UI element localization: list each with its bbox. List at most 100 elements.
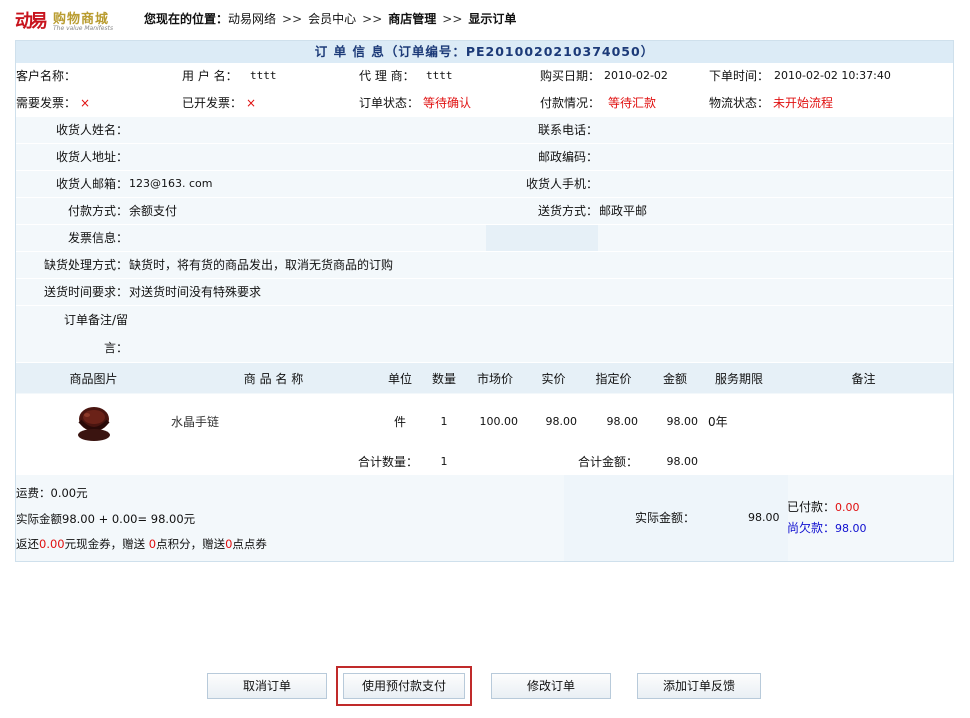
receiver-row: 收货人邮箱： 123@163. com 收货人手机： [16, 171, 953, 198]
total-amount-label: 合计金额： [464, 448, 646, 474]
col-header-service: 服务期限 [704, 363, 774, 394]
invoiced-label: 已开发票： [182, 96, 243, 110]
rebate-part: 返还 [16, 537, 39, 551]
owed-text: 尚欠款：98.00 [787, 518, 867, 538]
summary-spacer [704, 448, 953, 474]
phone-label: 联系电话： [486, 117, 598, 143]
col-header-image: 商品图片 [16, 363, 171, 394]
shortage-label: 缺货处理方式： [16, 252, 128, 278]
rebate-points-value: 0 [148, 537, 157, 551]
receiver-email-label: 收货人邮箱： [16, 171, 128, 197]
payment-status-label: 付款情况： [540, 96, 601, 110]
order-title: 订 单 信 息（订单编号：PE2010020210374050） [16, 41, 953, 63]
mobile-label: 收货人手机： [486, 171, 598, 197]
rebate-part: 点积分，赠送 [156, 537, 226, 551]
crumb-separator: >> [442, 12, 463, 26]
crumb-separator: >> [362, 12, 383, 26]
delivery-time-value: 对送货时间没有特殊要求 [129, 285, 262, 299]
col-header-unit: 单位 [376, 363, 424, 394]
goods-table-wrap: 商品图片 商 品 名 称 单位 数量 市场价 实价 指定价 金额 服务期限 备注 [16, 363, 953, 474]
order-summary-row-1: 客户名称： 用 户 名： tttt 代 理 商： tttt 购买日期： 2010… [16, 63, 953, 90]
crumb-member-center[interactable]: 会员中心 [308, 12, 356, 26]
username-value: tttt [250, 69, 277, 82]
invoice-info-label: 发票信息： [16, 225, 128, 251]
total-qty-label: 合计数量： [16, 448, 424, 474]
goods-summary-row: 合计数量： 1 合计金额： 98.00 [16, 448, 953, 474]
col-header-note: 备注 [774, 363, 953, 394]
logo-mark: 动易 [15, 11, 48, 32]
rebate-part: 元现金券，赠送 [64, 537, 149, 551]
remark-label-line1: 订单备注/留 [63, 313, 128, 327]
order-time-label: 下单时间： [709, 69, 770, 83]
buy-date-label: 购买日期： [540, 69, 601, 83]
paid-value: 0.00 [835, 501, 860, 514]
ship-method-value: 邮政平邮 [599, 204, 648, 218]
product-image[interactable] [74, 399, 113, 443]
top-bar: 动易 购物商城 The value Manifests 您现在的位置：动易网络 >… [0, 0, 970, 36]
product-thumb-cell [16, 393, 171, 448]
logistics-status-label: 物流状态： [709, 96, 770, 110]
actual-amount-label: 实际金额： [635, 511, 696, 525]
invoice-info-value [129, 225, 486, 251]
location-label: 您现在的位置： [144, 12, 229, 26]
cancel-order-button[interactable]: 取消订单 [207, 673, 327, 699]
zip-label: 邮政编码： [486, 144, 598, 170]
table-row: 水晶手链 件 1 100.00 98.00 98.00 98.00 0年 [16, 393, 953, 448]
col-header-name: 商 品 名 称 [171, 363, 376, 394]
order-status-label: 订单状态： [359, 96, 420, 110]
order-status-value: 等待确认 [423, 96, 472, 110]
owed-value: 98.00 [835, 522, 867, 535]
receiver-row: 收货人地址： 邮政编码： [16, 144, 953, 171]
col-header-assigned-price: 指定价 [581, 363, 646, 394]
agent-value: tttt [426, 69, 453, 82]
remark-row: 订单备注/留 言： [16, 306, 953, 363]
rebate-cash-value: 0.00 [39, 537, 65, 551]
prepay-button[interactable]: 使用预付款支付 [343, 673, 465, 699]
crumb-shop-manage[interactable]: 商店管理 [388, 12, 436, 26]
receiver-name-label: 收货人姓名： [16, 117, 128, 143]
receiver-row: 送货时间要求： 对送货时间没有特殊要求 [16, 279, 953, 306]
col-header-real-price: 实价 [526, 363, 581, 394]
pay-method-label: 付款方式： [16, 198, 128, 224]
username-label: 用 户 名： [182, 69, 238, 83]
need-invoice-value: × [80, 96, 91, 110]
rebate-part: 点点券 [232, 537, 267, 551]
modify-order-button[interactable]: 修改订单 [491, 673, 611, 699]
col-header-market-price: 市场价 [464, 363, 526, 394]
delivery-time-label: 送货时间要求： [16, 279, 128, 305]
breadcrumb: 您现在的位置：动易网络 >> 会员中心 >> 商店管理 >> 显示订单 [144, 10, 516, 27]
actual-amount-formula: 实际金额98.00 + 0.00= 98.00元 [16, 512, 196, 526]
agent-label: 代 理 商： [359, 69, 415, 83]
payment-footer: 运费：0.00元 实际金额98.00 + 0.00= 98.00元 返还0.00… [16, 474, 953, 561]
col-header-amount: 金额 [646, 363, 704, 394]
receiver-row: 收货人姓名： 联系电话： [16, 117, 953, 144]
product-name[interactable]: 水晶手链 [171, 393, 376, 448]
payment-status-value: 等待汇款 [608, 96, 657, 110]
paid-text: 已付款：0.00 [787, 497, 860, 517]
invoice-spacer [486, 225, 598, 251]
add-feedback-button[interactable]: 添加订单反馈 [637, 673, 761, 699]
crumb-home[interactable]: 动易网络 [228, 12, 276, 26]
product-unit: 件 [376, 393, 424, 448]
receiver-name-value [129, 117, 486, 143]
crumb-show-order: 显示订单 [468, 12, 517, 26]
receiver-row: 缺货处理方式： 缺货时，将有货的商品发出，取消无货商品的订购 [16, 252, 953, 279]
order-summary-row-2: 需要发票： × 已开发票： × 订单状态： 等待确认 付款情况： 等待汇款 物流… [16, 90, 953, 117]
invoiced-value: × [246, 96, 257, 110]
receiver-address-label: 收货人地址： [16, 144, 128, 170]
site-logo[interactable]: 动易 购物商城 The value Manifests [15, 8, 135, 34]
product-market-price: 100.00 [464, 393, 526, 448]
buy-date-value: 2010-02-02 [604, 69, 668, 82]
product-assigned-price: 98.00 [581, 393, 646, 448]
action-bar: 取消订单 使用预付款支付 修改订单 添加订单反馈 [0, 666, 970, 708]
logistics-status-value: 未开始流程 [773, 96, 834, 110]
pay-method-value: 余额支付 [129, 204, 178, 218]
receiver-email-value: 123@163. com [129, 177, 213, 190]
shortage-value: 缺货时，将有货的商品发出，取消无货商品的订购 [129, 258, 394, 272]
ship-method-label: 送货方式： [486, 198, 598, 224]
total-qty-value: 1 [424, 448, 464, 474]
goods-table: 商品图片 商 品 名 称 单位 数量 市场价 实价 指定价 金额 服务期限 备注 [16, 363, 953, 474]
product-note [774, 393, 953, 448]
rebate-text: 返还0.00元现金券，赠送 0点积分，赠送0点点券 [16, 534, 267, 554]
customer-label: 客户名称： [16, 69, 77, 83]
